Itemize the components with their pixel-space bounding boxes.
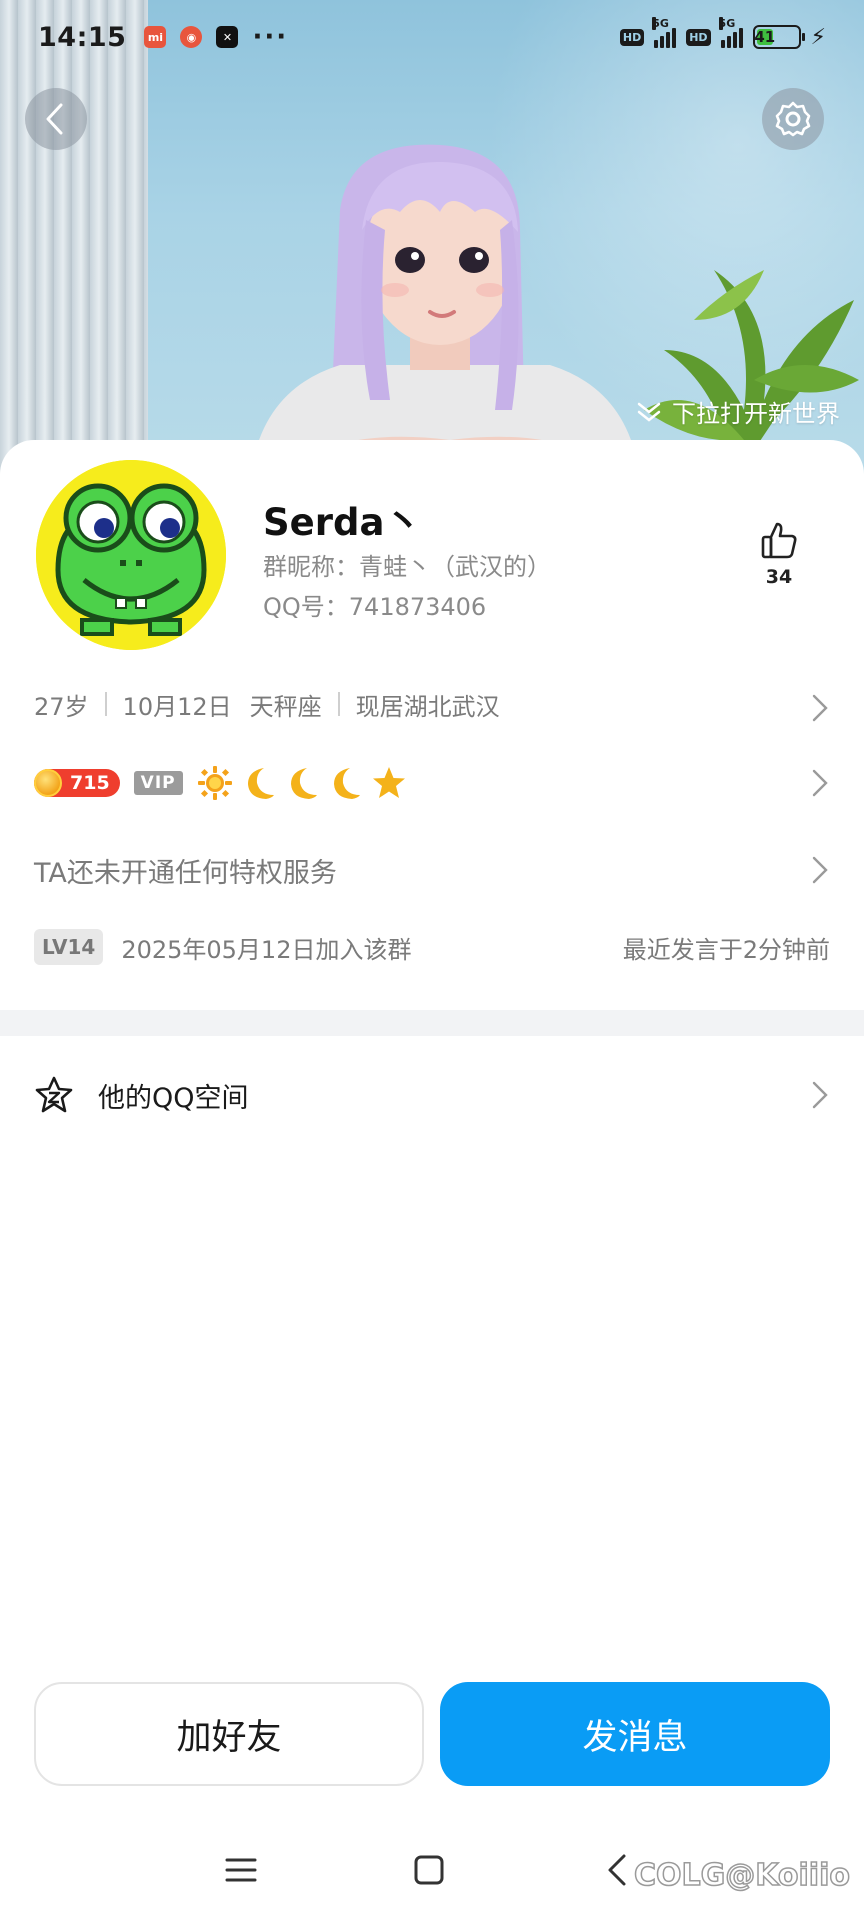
status-indicators: HD 5G HD 5G 41 ⚡: [619, 17, 826, 50]
star-icon: [372, 767, 405, 798]
status-bar: 14:15 mi ◉ ✕ ··· HD 5G HD 5G 41 ⚡: [0, 0, 864, 74]
send-message-button[interactable]: 发消息: [440, 1682, 830, 1786]
moon-icon: [333, 768, 360, 799]
group-nickname: 群昵称：青蛙丶（武汉的）: [263, 553, 551, 581]
back-chevron-icon: [46, 103, 63, 135]
settings-button[interactable]: [762, 88, 824, 150]
moon-icon: [247, 768, 274, 799]
age: 27岁: [34, 692, 89, 721]
group-info-row: LV14 2025年05月12日加入该群 最近发言于2分钟前: [34, 924, 830, 970]
home-square-icon: [414, 1855, 444, 1885]
qq-number: QQ号：741873406: [263, 593, 487, 621]
privilege-text: TA还未开通任何特权服务: [34, 857, 337, 889]
signal-icon: 5G: [652, 17, 677, 48]
capcut-app-icon: ✕: [216, 26, 239, 48]
section-divider: [0, 1010, 864, 1036]
mi-app-icon: mi: [144, 26, 167, 48]
zodiac: 天秤座: [249, 692, 322, 721]
status-app-icons: mi ◉ ✕: [144, 26, 239, 48]
chevron-right-icon: [812, 694, 828, 722]
nav-home-button[interactable]: [409, 1850, 449, 1890]
battery-level: 41: [754, 28, 776, 46]
double-chevron-down-icon: [637, 402, 661, 422]
hd-icon: HD: [686, 28, 711, 46]
group-join-date: 2025年05月12日加入该群: [121, 935, 412, 964]
more-notifications-icon: ···: [252, 22, 289, 52]
add-friend-button[interactable]: 加好友: [34, 1682, 424, 1786]
qzone-row[interactable]: 他的QQ空间: [34, 1060, 830, 1130]
hd-icon: HD: [619, 28, 645, 46]
profile-cover[interactable]: 14:15 mi ◉ ✕ ··· HD 5G HD 5G 41 ⚡ 下拉打开新世…: [0, 0, 864, 480]
moon-icon: [290, 768, 317, 799]
battery-icon: 41: [752, 25, 805, 49]
coin-badge: 715: [34, 769, 120, 797]
coin-icon: [34, 769, 62, 797]
thumbs-up-icon: [761, 522, 797, 559]
gear-icon: [775, 101, 811, 137]
basic-info-row[interactable]: 27岁 10月12日 天秤座 现居湖北武汉: [34, 680, 830, 728]
signal-icon: 5G: [718, 17, 743, 48]
badges-row[interactable]: 715 VIP: [34, 760, 830, 806]
zplan-avatar-illustration: [250, 144, 640, 480]
frog-avatar-image: [36, 460, 226, 650]
chevron-right-icon: [812, 856, 828, 884]
divider: [337, 692, 340, 716]
vip-badge: VIP: [133, 771, 183, 795]
group-level-badge: LV14: [34, 929, 104, 965]
birthday: 10月12日: [122, 692, 232, 721]
chevron-right-icon: [812, 769, 828, 797]
watermark: COLG@Koiiio: [633, 1857, 851, 1894]
pull-hint-text: 下拉打开新世界: [672, 400, 840, 428]
pull-down-hint[interactable]: 下拉打开新世界: [636, 394, 840, 429]
back-button[interactable]: [25, 88, 87, 150]
charging-icon: ⚡: [810, 24, 826, 50]
sun-icon: [197, 766, 232, 800]
qzone-star-icon: [35, 1076, 73, 1113]
like-count: 34: [765, 566, 793, 588]
nav-menu-button[interactable]: [221, 1850, 261, 1890]
nav-back-button[interactable]: [597, 1850, 637, 1890]
divider: [104, 692, 107, 716]
back-chevron-icon: [608, 1854, 626, 1886]
status-time: 14:15: [38, 21, 127, 53]
taobao-app-icon: ◉: [180, 26, 203, 48]
qzone-label: 他的QQ空间: [98, 1082, 249, 1114]
like-button[interactable]: 34: [754, 520, 804, 588]
chevron-right-icon: [812, 1081, 828, 1109]
coin-value: 715: [70, 772, 110, 794]
nickname: Serda丶: [263, 501, 422, 544]
last-speak-time: 最近发言于2分钟前: [622, 935, 830, 964]
avatar[interactable]: [36, 460, 226, 650]
privilege-row[interactable]: TA还未开通任何特权服务: [34, 844, 830, 896]
qq-level-icons: [197, 765, 407, 801]
location: 现居湖北武汉: [355, 692, 500, 721]
menu-icon: [225, 1858, 257, 1882]
